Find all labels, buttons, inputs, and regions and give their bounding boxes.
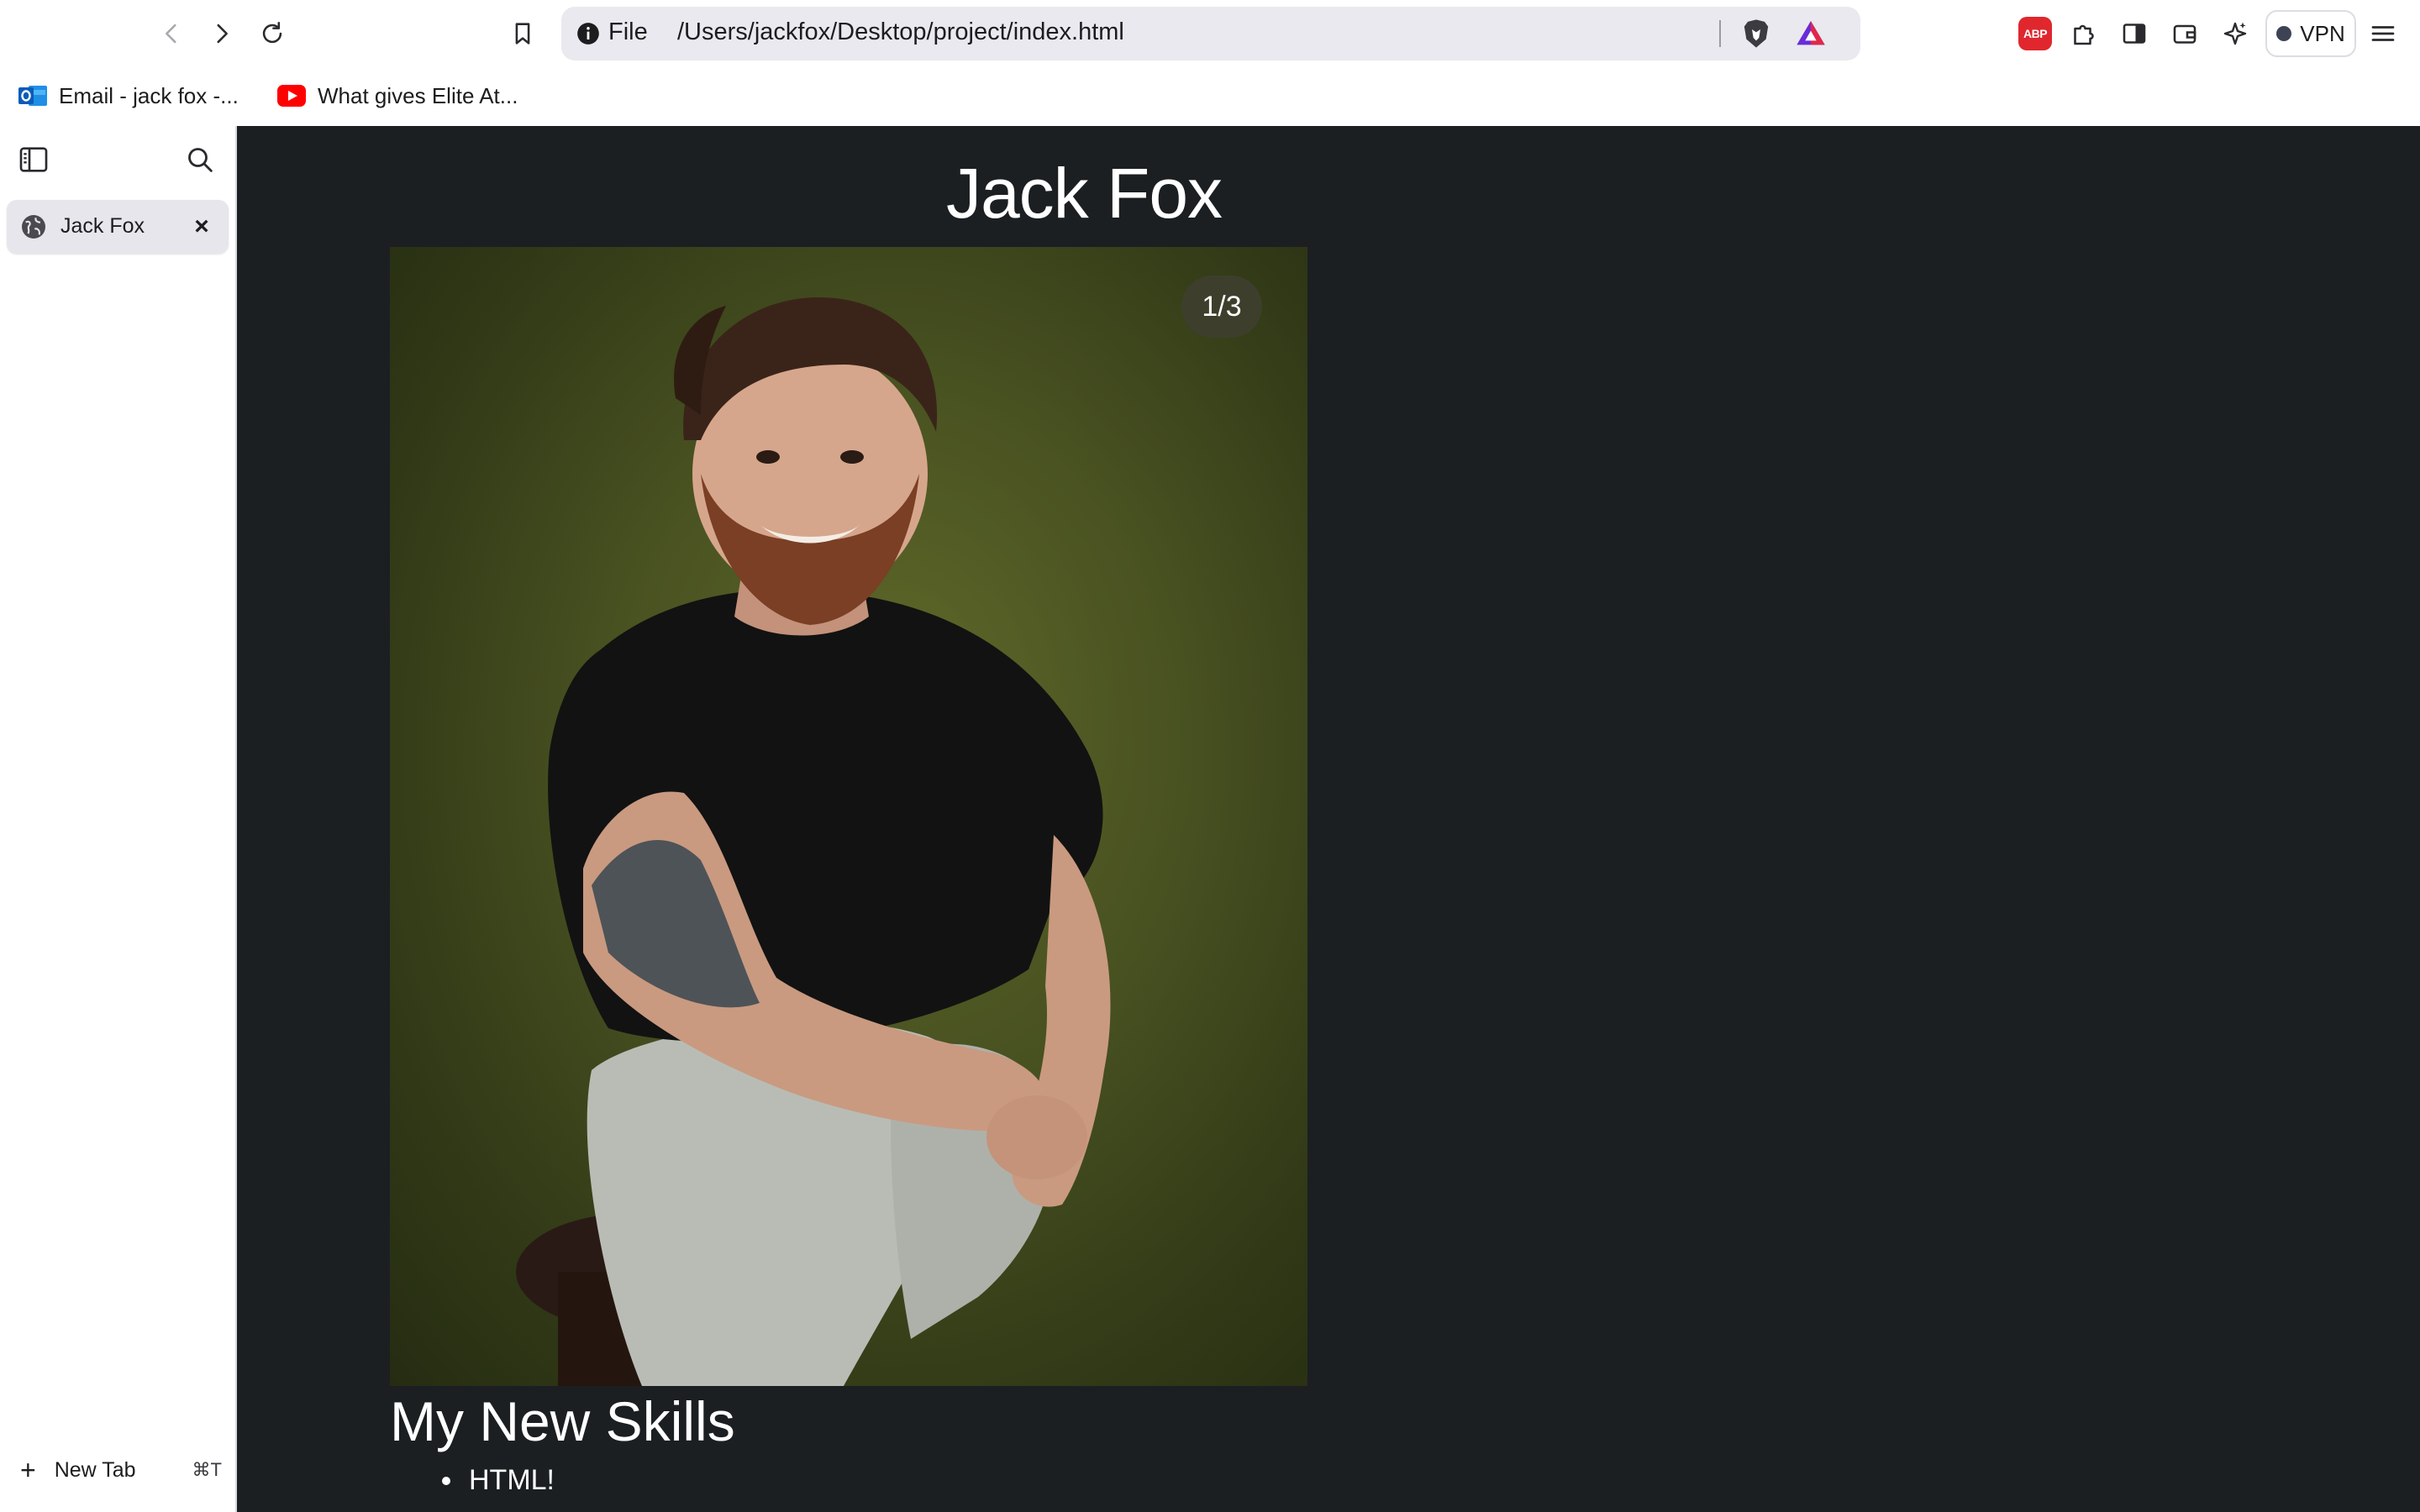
url-divider — [1719, 20, 1721, 47]
chevron-right-icon — [217, 24, 228, 44]
new-tab-button[interactable]: + New Tab ⌘T — [20, 1453, 222, 1487]
bookmark-item[interactable]: Email - jack fox -... — [18, 81, 239, 111]
wallet-icon — [2173, 24, 2196, 44]
url-text[interactable]: /Users/jackfox/Desktop/project/index.htm… — [677, 18, 1124, 46]
chevron-left-icon — [166, 24, 176, 44]
puzzle-icon — [2074, 24, 2094, 45]
back-button[interactable] — [151, 13, 192, 54]
tab-title: Jack Fox — [60, 214, 145, 238]
skills-heading: My New Skills — [390, 1390, 735, 1452]
page-title: Jack Fox — [945, 154, 1223, 233]
bookmark-label: Email - jack fox -... — [59, 82, 239, 108]
menu-button[interactable] — [2365, 15, 2402, 52]
vpn-status-icon — [2276, 26, 2292, 41]
reload-icon — [262, 21, 282, 44]
forward-button[interactable] — [202, 13, 242, 54]
browser-toolbar: File /Users/jackfox/Desktop/project/inde… — [0, 0, 2420, 67]
portrait-photo — [390, 247, 1307, 1386]
skills-list: HTML! — [442, 1462, 555, 1499]
bookmark-label: What gives Elite At... — [318, 82, 518, 108]
brave-rewards-icon[interactable] — [1793, 17, 1828, 50]
slide-counter: 1/3 — [1181, 276, 1262, 338]
wallet-button[interactable] — [2166, 15, 2203, 52]
info-icon[interactable] — [576, 22, 600, 45]
globe-icon — [22, 215, 45, 239]
extensions-button[interactable] — [2065, 15, 2102, 52]
reload-button[interactable] — [252, 13, 292, 54]
bookmark-button[interactable] — [502, 13, 543, 54]
tab-jack-fox[interactable]: Jack Fox × — [7, 200, 229, 254]
youtube-icon — [277, 85, 306, 107]
search-icon[interactable] — [183, 143, 217, 176]
plus-icon: + — [20, 1455, 36, 1485]
brave-shields-icon[interactable] — [1739, 17, 1773, 50]
sidebar-panel-icon — [2123, 24, 2146, 44]
url-scheme: File — [608, 18, 648, 45]
web-page: Jack Fox 1/3 My New Skills HTML! — [237, 126, 2420, 1512]
bookmark-item[interactable]: What gives Elite At... — [277, 81, 518, 111]
vpn-button[interactable]: VPN — [2265, 10, 2356, 57]
address-bar[interactable]: File /Users/jackfox/Desktop/project/inde… — [561, 7, 1860, 60]
adblock-plus-icon[interactable]: ABP — [2018, 17, 2052, 50]
outlook-icon — [18, 86, 47, 106]
new-tab-shortcut: ⌘T — [192, 1459, 222, 1480]
list-item: HTML! — [442, 1462, 555, 1499]
new-tab-label: New Tab — [54, 1457, 136, 1482]
image-slideshow[interactable]: 1/3 — [390, 247, 1307, 1386]
vertical-tabs-sidebar: Jack Fox × + New Tab ⌘T — [0, 126, 237, 1512]
hamburger-menu-icon — [2371, 26, 2395, 41]
bookmarks-bar: Email - jack fox -... What gives Elite A… — [0, 67, 2420, 126]
close-icon[interactable]: × — [187, 212, 217, 242]
leo-ai-button[interactable] — [2217, 15, 2254, 52]
sidebar-toggle-icon[interactable] — [17, 143, 50, 176]
bookmark-icon — [515, 23, 530, 45]
sidebar-panel-button[interactable] — [2116, 15, 2153, 52]
vpn-label: VPN — [2300, 20, 2345, 46]
sparkle-icon — [2223, 22, 2247, 45]
